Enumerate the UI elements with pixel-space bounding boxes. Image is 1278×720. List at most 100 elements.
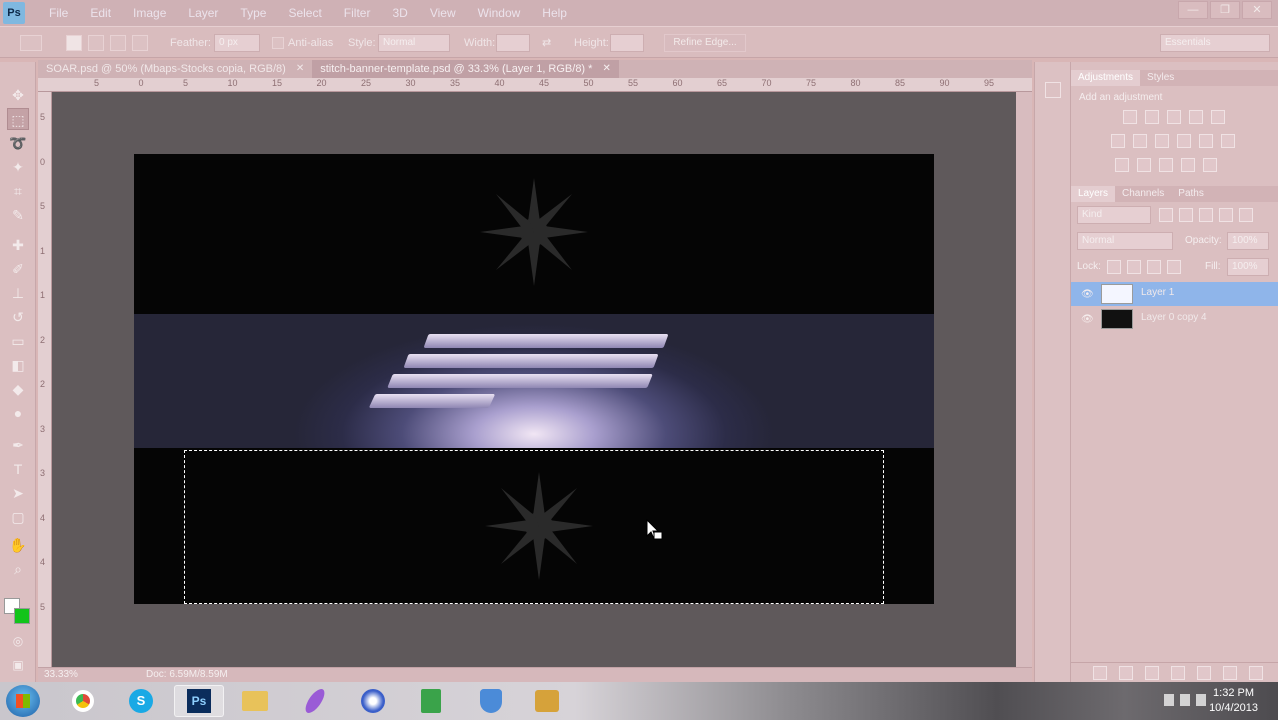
style-select[interactable]: Normal bbox=[378, 34, 450, 52]
delete-layer-icon[interactable] bbox=[1249, 666, 1263, 680]
restore-button[interactable]: ❐ bbox=[1210, 1, 1240, 19]
move-tool-icon[interactable]: ✥ bbox=[7, 84, 29, 106]
layer-row[interactable]: 👁 Layer 1 bbox=[1071, 282, 1278, 306]
zoom-tool-icon[interactable]: ⌕ bbox=[7, 558, 29, 580]
hand-tool-icon[interactable]: ✋ bbox=[7, 534, 29, 556]
history-panel-icon[interactable] bbox=[1045, 82, 1061, 98]
magic-wand-tool-icon[interactable]: ✦ bbox=[7, 156, 29, 178]
taskbar-skype[interactable]: S bbox=[116, 685, 166, 717]
layer-name[interactable]: Layer 1 bbox=[1141, 287, 1174, 298]
zoom-level[interactable]: 33.33% bbox=[44, 669, 78, 680]
canvas-scrollbar[interactable] bbox=[1016, 92, 1032, 667]
black-white-adjustment-icon[interactable] bbox=[1155, 134, 1169, 148]
path-selection-tool-icon[interactable]: ➤ bbox=[7, 482, 29, 504]
taskbar-browser[interactable] bbox=[348, 685, 398, 717]
new-layer-icon[interactable] bbox=[1223, 666, 1237, 680]
taskbar-feather-app[interactable] bbox=[290, 685, 340, 717]
new-selection-icon[interactable] bbox=[66, 35, 82, 51]
lock-pixels-icon[interactable] bbox=[1127, 260, 1141, 274]
history-brush-tool-icon[interactable]: ↺ bbox=[7, 306, 29, 328]
blend-mode-select[interactable]: Normal bbox=[1077, 232, 1173, 250]
healing-brush-tool-icon[interactable]: ✚ bbox=[7, 234, 29, 256]
link-layers-icon[interactable] bbox=[1093, 666, 1107, 680]
levels-adjustment-icon[interactable] bbox=[1145, 110, 1159, 124]
lock-transparency-icon[interactable] bbox=[1107, 260, 1121, 274]
marquee-selection[interactable] bbox=[184, 450, 884, 604]
filter-shape-icon[interactable] bbox=[1219, 208, 1233, 222]
feather-input[interactable]: 0 px bbox=[214, 34, 260, 52]
clone-stamp-tool-icon[interactable]: ⊥ bbox=[7, 282, 29, 304]
channel-mixer-adjustment-icon[interactable] bbox=[1199, 134, 1213, 148]
minimize-button[interactable]: — bbox=[1178, 1, 1208, 19]
height-input[interactable] bbox=[610, 34, 644, 52]
tab-adjustments[interactable]: Adjustments bbox=[1071, 70, 1141, 86]
taskbar-photoshop[interactable]: Ps bbox=[174, 685, 224, 717]
layer-style-icon[interactable] bbox=[1119, 666, 1133, 680]
width-input[interactable] bbox=[496, 34, 530, 52]
quick-mask-icon[interactable]: ◎ bbox=[7, 630, 29, 652]
tab-paths[interactable]: Paths bbox=[1171, 186, 1211, 202]
flag-icon[interactable] bbox=[1180, 694, 1190, 706]
taskbar-tools-app[interactable] bbox=[522, 685, 572, 717]
menu-file[interactable]: File bbox=[38, 0, 79, 26]
menu-image[interactable]: Image bbox=[122, 0, 177, 26]
lasso-tool-icon[interactable]: ➰ bbox=[7, 132, 29, 154]
color-balance-adjustment-icon[interactable] bbox=[1133, 134, 1147, 148]
menu-window[interactable]: Window bbox=[467, 0, 532, 26]
type-tool-icon[interactable]: T bbox=[7, 458, 29, 480]
taskbar-chrome[interactable] bbox=[58, 685, 108, 717]
antialias-checkbox[interactable] bbox=[272, 37, 284, 49]
document-info[interactable]: Doc: 6.59M/8.59M bbox=[146, 669, 228, 680]
layer-name[interactable]: Layer 0 copy 4 bbox=[1141, 312, 1207, 323]
add-selection-icon[interactable] bbox=[88, 35, 104, 51]
swap-icon[interactable]: ⇄ bbox=[542, 35, 551, 51]
workspace-select[interactable]: Essentials bbox=[1160, 34, 1270, 52]
eraser-tool-icon[interactable]: ▭ bbox=[7, 330, 29, 352]
vibrance-adjustment-icon[interactable] bbox=[1211, 110, 1225, 124]
exposure-adjustment-icon[interactable] bbox=[1189, 110, 1203, 124]
menu-layer[interactable]: Layer bbox=[177, 0, 229, 26]
shape-tool-icon[interactable]: ▢ bbox=[7, 506, 29, 528]
tool-preset-icon[interactable] bbox=[20, 35, 42, 51]
menu-view[interactable]: View bbox=[419, 0, 467, 26]
filter-smart-object-icon[interactable] bbox=[1239, 208, 1253, 222]
layer-filter-kind-select[interactable]: Kind bbox=[1077, 206, 1151, 224]
gradient-map-adjustment-icon[interactable] bbox=[1181, 158, 1195, 172]
selective-color-adjustment-icon[interactable] bbox=[1203, 158, 1217, 172]
start-button[interactable] bbox=[6, 685, 40, 717]
add-mask-icon[interactable] bbox=[1145, 666, 1159, 680]
taskbar-media-app[interactable] bbox=[406, 685, 456, 717]
menu-3d[interactable]: 3D bbox=[381, 0, 418, 26]
brush-tool-icon[interactable]: ✐ bbox=[7, 258, 29, 280]
menu-help[interactable]: Help bbox=[531, 0, 578, 26]
network-icon[interactable] bbox=[1164, 694, 1174, 706]
layer-row[interactable]: 👁 Layer 0 copy 4 bbox=[1071, 307, 1278, 331]
new-adjustment-layer-icon[interactable] bbox=[1171, 666, 1185, 680]
blur-tool-icon[interactable]: ◆ bbox=[7, 378, 29, 400]
curves-adjustment-icon[interactable] bbox=[1167, 110, 1181, 124]
document-canvas[interactable] bbox=[134, 154, 934, 604]
background-color-swatch[interactable] bbox=[14, 608, 30, 624]
dodge-tool-icon[interactable]: ● bbox=[7, 402, 29, 424]
eyedropper-tool-icon[interactable]: ✎ bbox=[7, 204, 29, 226]
close-button[interactable]: ✕ bbox=[1242, 1, 1272, 19]
fill-input[interactable]: 100% bbox=[1227, 258, 1269, 276]
invert-adjustment-icon[interactable] bbox=[1115, 158, 1129, 172]
document-tab-banner[interactable]: stitch-banner-template.psd @ 33.3% (Laye… bbox=[312, 60, 619, 78]
new-group-icon[interactable] bbox=[1197, 666, 1211, 680]
refine-edge-button[interactable]: Refine Edge... bbox=[664, 34, 746, 52]
close-tab-icon[interactable]: ✕ bbox=[296, 60, 304, 78]
marquee-tool-icon[interactable]: ⬚ bbox=[7, 108, 29, 130]
taskbar-shield-app[interactable] bbox=[466, 685, 516, 717]
tab-channels[interactable]: Channels bbox=[1115, 186, 1171, 202]
canvas-area[interactable] bbox=[52, 92, 1016, 667]
gradient-tool-icon[interactable]: ◧ bbox=[7, 354, 29, 376]
document-tab-soar[interactable]: SOAR.psd @ 50% (Mbaps-Stocks copia, RGB/… bbox=[38, 60, 312, 78]
close-tab-icon[interactable]: ✕ bbox=[602, 60, 610, 78]
menu-select[interactable]: Select bbox=[277, 0, 332, 26]
brightness-adjustment-icon[interactable] bbox=[1123, 110, 1137, 124]
tab-layers[interactable]: Layers bbox=[1071, 186, 1116, 202]
lock-position-icon[interactable] bbox=[1147, 260, 1161, 274]
opacity-input[interactable]: 100% bbox=[1227, 232, 1269, 250]
posterize-adjustment-icon[interactable] bbox=[1137, 158, 1151, 172]
